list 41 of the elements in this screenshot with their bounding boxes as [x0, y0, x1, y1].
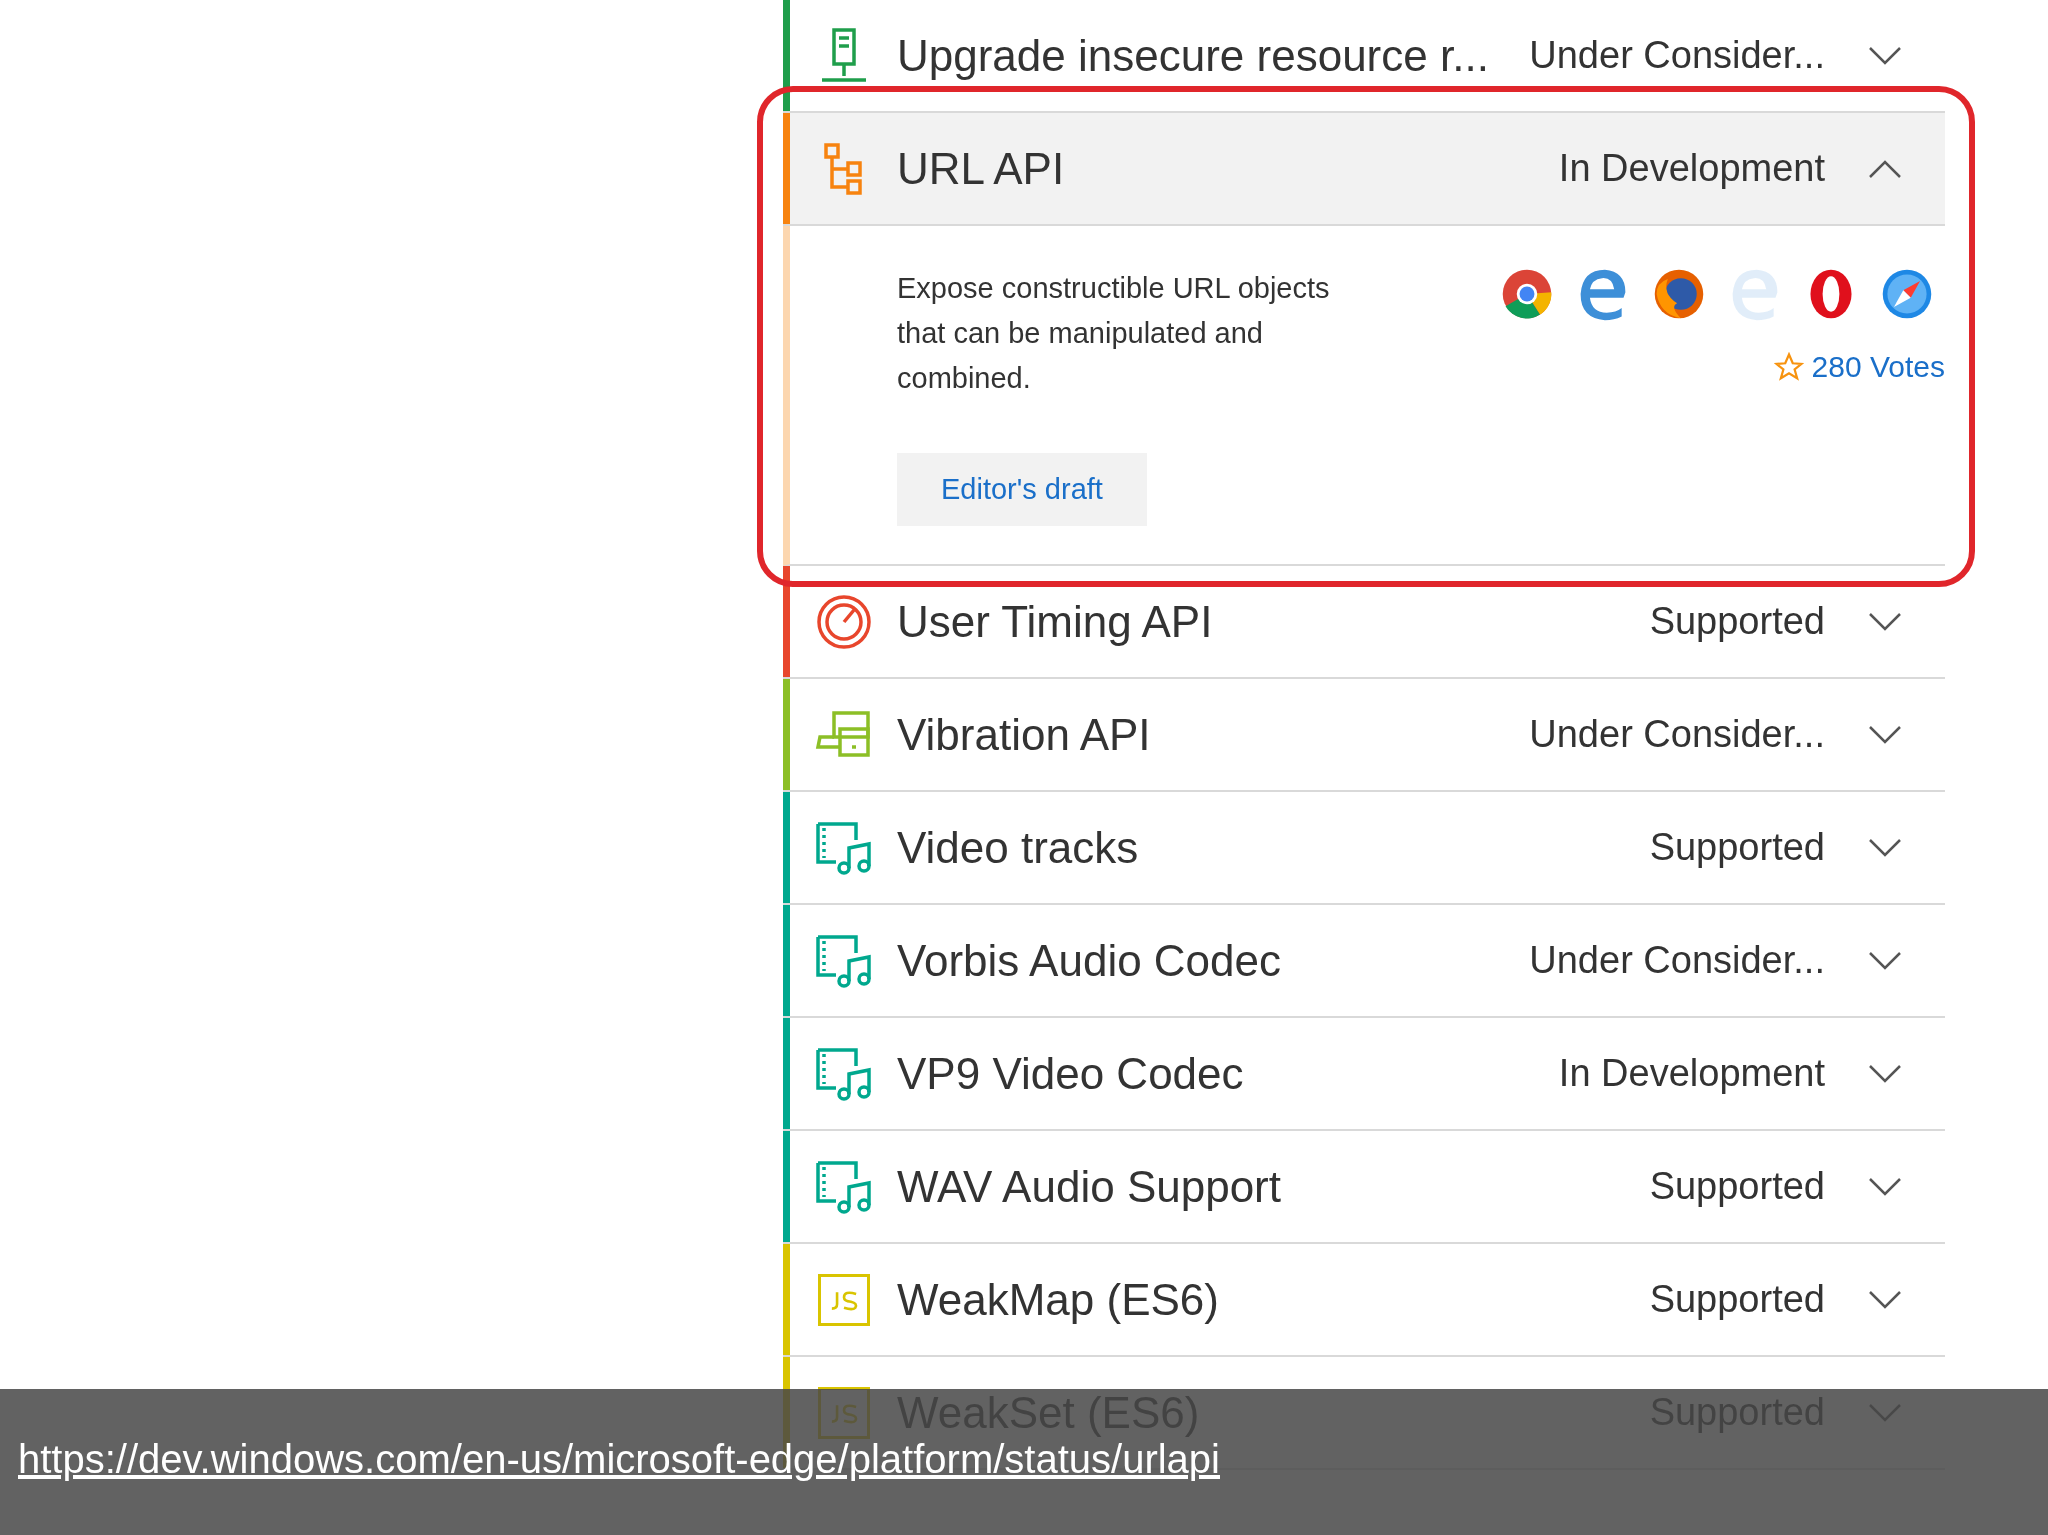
- chevron-down-icon[interactable]: [1868, 611, 1902, 632]
- feature-status: Supported: [1649, 826, 1825, 869]
- feature-status: Supported: [1649, 1165, 1825, 1208]
- feature-title: Vibration API: [897, 709, 1152, 760]
- feature-title: Video tracks: [897, 822, 1140, 873]
- feature-title: VP9 Video Codec: [897, 1048, 1245, 1099]
- feature-title: Vorbis Audio Codec: [897, 935, 1283, 986]
- chevron-down-icon[interactable]: [1868, 724, 1902, 745]
- feature-row[interactable]: Video tracks Supported: [783, 792, 1945, 905]
- feature-title: WeakMap (ES6): [897, 1274, 1220, 1325]
- chevron-down-icon[interactable]: [1868, 950, 1902, 971]
- feature-title: URL API: [897, 143, 1066, 194]
- chevron-down-icon[interactable]: [1868, 1063, 1902, 1084]
- feature-title: WAV Audio Support: [897, 1161, 1282, 1212]
- js-icon: [817, 1273, 870, 1326]
- feature-title: Upgrade insecure resource r...: [897, 30, 1490, 81]
- chevron-down-icon[interactable]: [1868, 837, 1902, 858]
- feature-status: Under Consider...: [1529, 713, 1825, 756]
- feature-row[interactable]: VP9 Video Codec In Development: [783, 1018, 1945, 1131]
- editors-draft-link[interactable]: Editor's draft: [897, 453, 1147, 526]
- feature-status: Supported: [1649, 600, 1825, 643]
- feature-status: In Development: [1558, 1052, 1825, 1095]
- feature-status: Supported: [1649, 1278, 1825, 1321]
- chevron-down-icon[interactable]: [1868, 1289, 1902, 1310]
- feature-title: User Timing API: [897, 596, 1214, 647]
- star-icon[interactable]: [1773, 352, 1804, 382]
- feature-status: Under Consider...: [1529, 34, 1825, 77]
- feature-row[interactable]: WeakMap (ES6) Supported: [783, 1244, 1945, 1357]
- source-link[interactable]: https://dev.windows.com/en-us/microsoft-edge/platform/status/urlapi: [18, 1437, 1220, 1481]
- chevron-down-icon[interactable]: [1868, 1176, 1902, 1197]
- feature-row[interactable]: Vorbis Audio Codec Under Consider...: [783, 905, 1945, 1018]
- feature-row[interactable]: URL API In Development: [783, 113, 1945, 226]
- chevron-down-icon[interactable]: [1868, 45, 1902, 66]
- feature-status: Under Consider...: [1529, 939, 1825, 982]
- feature-row[interactable]: User Timing API Supported: [783, 566, 1945, 679]
- chevron-up-icon[interactable]: [1868, 158, 1902, 179]
- feature-row[interactable]: Vibration API Under Consider...: [783, 679, 1945, 792]
- feature-row[interactable]: WAV Audio Support Supported: [783, 1131, 1945, 1244]
- feature-status: In Development: [1558, 147, 1825, 190]
- votes-count[interactable]: 280 Votes: [1811, 350, 1945, 384]
- feature-description: Expose constructible URL objects that can be manipulated and combined.: [897, 271, 1331, 396]
